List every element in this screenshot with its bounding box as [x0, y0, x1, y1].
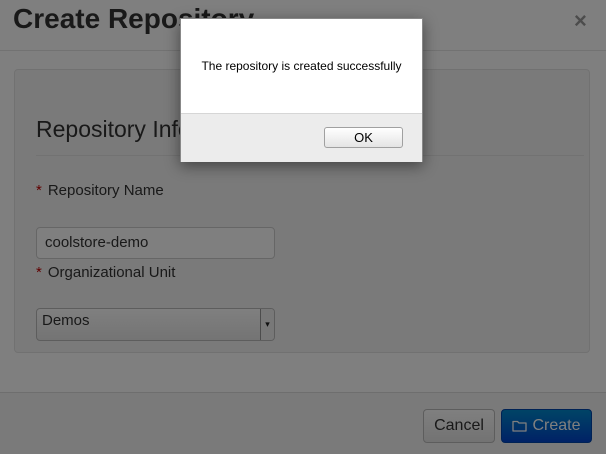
ok-button[interactable]: OK: [324, 127, 403, 148]
alert-button-bar: OK: [181, 113, 422, 162]
alert-dialog: The repository is created successfully O…: [180, 18, 423, 162]
alert-body: The repository is created successfully: [181, 19, 422, 113]
alert-message: The repository is created successfully: [201, 59, 402, 73]
